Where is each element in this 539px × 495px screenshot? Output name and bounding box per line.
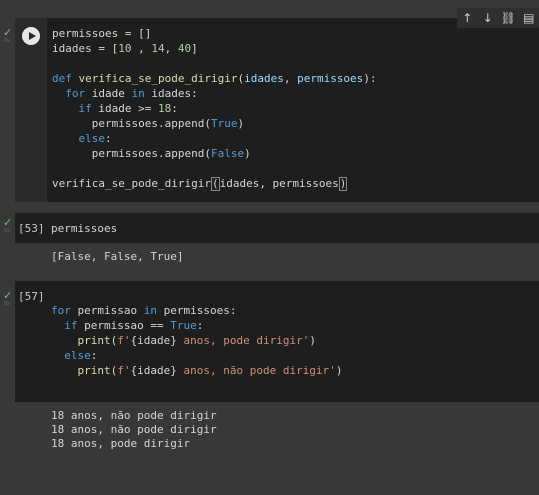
cell-3: ✓ 0s [57] for permissao in permissoes: i…: [0, 281, 539, 481]
arrow-down-icon[interactable]: ↓: [479, 11, 497, 25]
code-line: else:: [78, 132, 112, 145]
code-line: permissoes = []: [52, 27, 152, 40]
output-line: [False, False, True]: [51, 250, 184, 263]
code-line: print(f'{idade} anos, não pode dirigir'): [77, 364, 343, 377]
arrow-up-icon[interactable]: ↑: [458, 11, 476, 25]
play-icon: [28, 32, 36, 40]
output-line: 18 anos, não pode dirigir: [51, 409, 217, 422]
code-line: if idade >= 18:: [78, 102, 178, 115]
code-line: permissoes.append(False): [52, 147, 251, 160]
cell-3-exec-time: 0s: [4, 301, 10, 307]
exec-count: [57]: [18, 290, 45, 303]
cell-toolbar: ↑ ↓ ⛓ ▤: [457, 8, 539, 28]
cell-1: ✓ 0s permissoes = [] idades = [10 , 14, …: [0, 0, 539, 205]
code-line: idades = [10 , 14, 40]: [52, 42, 198, 55]
code-line: for idade in idades:: [65, 87, 198, 100]
code-line: else:: [64, 349, 98, 362]
code-line: permissoes.append(True): [52, 117, 245, 130]
cell-2-exec-time: 0s: [4, 228, 10, 234]
run-cell-button[interactable]: [22, 27, 40, 45]
comment-icon[interactable]: ▤: [520, 11, 538, 25]
cell-1-exec-time: 0s: [4, 38, 10, 44]
output-line: 18 anos, não pode dirigir: [51, 423, 217, 436]
cell-1-gutter: [15, 18, 47, 202]
link-icon[interactable]: ⛓: [499, 11, 517, 25]
code-line: def verifica_se_pode_dirigir(idades, per…: [52, 72, 377, 85]
cell-1-code-editor[interactable]: permissoes = [] idades = [10 , 14, 40] d…: [47, 18, 539, 202]
output-line: 18 anos, pode dirigir: [51, 437, 191, 450]
cell-3-code-editor[interactable]: [57] for permissao in permissoes: if per…: [15, 281, 539, 402]
exec-count: [53]: [18, 222, 45, 235]
cell-2: ✓ 0s [53] permissoes [False, False, True…: [0, 210, 539, 270]
code-line: verifica_se_pode_dirigir(idades, permiss…: [52, 177, 348, 191]
code-line: if permissao == True:: [64, 319, 204, 332]
cell-2-code-editor[interactable]: [53] permissoes: [15, 213, 539, 243]
code-line: permissoes: [51, 222, 118, 235]
code-line: for permissao in permissoes:: [51, 304, 237, 317]
code-line: print(f'{idade} anos, pode dirigir'): [77, 334, 316, 347]
